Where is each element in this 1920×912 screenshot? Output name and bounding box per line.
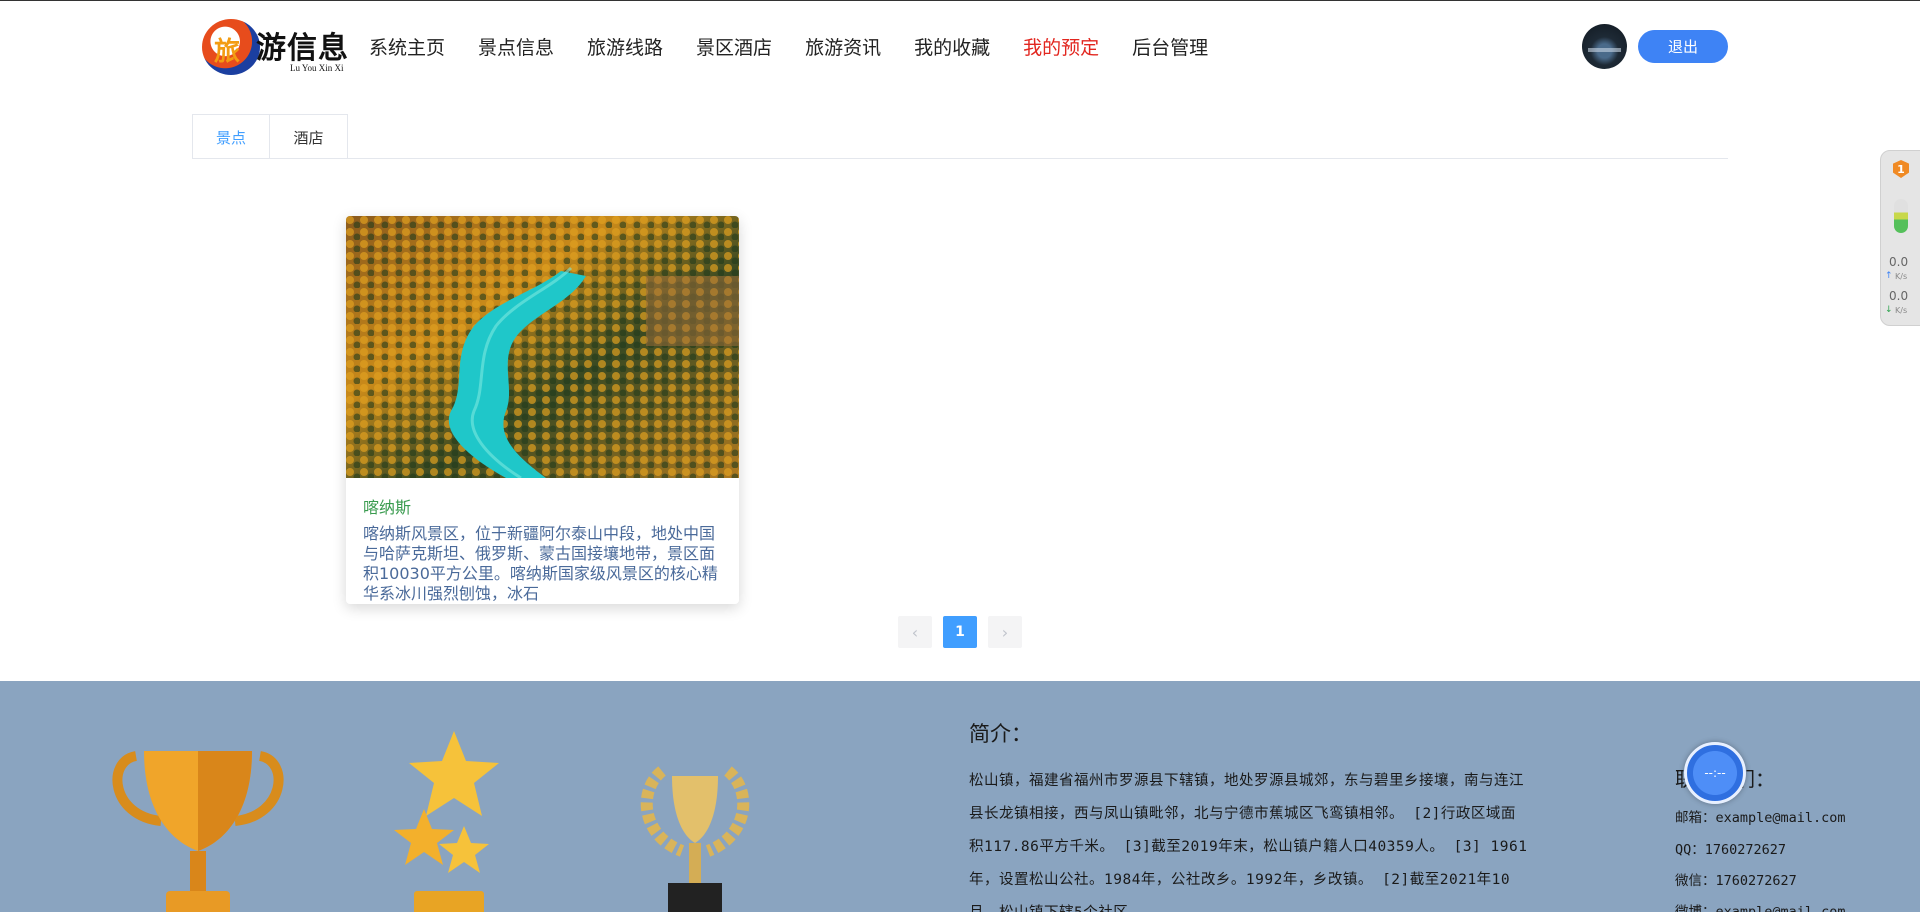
memory-level-icon bbox=[1894, 199, 1908, 233]
nav-item-home[interactable]: 系统主页 bbox=[369, 33, 445, 61]
intro-text: 松山镇，福建省福州市罗源县下辖镇，地处罗源县城郊，东与碧里乡接壤，南与连江县长龙… bbox=[969, 773, 1528, 912]
nav-item-reservations[interactable]: 我的预定 bbox=[1023, 33, 1099, 61]
nav-item-routes[interactable]: 旅游线路 bbox=[587, 33, 663, 61]
shield-badge-icon: 1 bbox=[1893, 160, 1909, 178]
tabs-divider bbox=[192, 158, 1728, 159]
trophy-cup-icon bbox=[112, 751, 284, 912]
network-speed-widget[interactable]: 1 0.0 ↑ K/s 0.0 ↓ K/s bbox=[1880, 150, 1920, 326]
page-number-current[interactable]: 1 bbox=[943, 616, 977, 648]
logout-button[interactable]: 退出 bbox=[1638, 30, 1728, 63]
nav-item-attractions[interactable]: 景点信息 bbox=[478, 33, 554, 61]
contact-wechat: 微信：1760272627 bbox=[1675, 873, 1797, 889]
floating-assistant-button[interactable]: --:-- bbox=[1684, 742, 1746, 804]
attraction-title: 喀纳斯 bbox=[363, 498, 412, 517]
category-tabs: 景点 酒店 bbox=[192, 114, 348, 159]
attraction-image bbox=[346, 216, 739, 478]
nav-item-favorites[interactable]: 我的收藏 bbox=[914, 33, 990, 61]
download-speed-value: 0.0 bbox=[1889, 289, 1909, 303]
download-speed-unit: K/s bbox=[1895, 306, 1908, 315]
nav-item-admin[interactable]: 后台管理 bbox=[1132, 33, 1208, 61]
user-avatar[interactable] bbox=[1582, 24, 1627, 69]
main-nav: 系统主页 景点信息 旅游线路 景区酒店 旅游资讯 我的收藏 我的预定 后台管理 bbox=[369, 33, 1241, 61]
upload-speed-unit: K/s bbox=[1895, 272, 1908, 281]
contact-weibo: 微博：example@mail.com bbox=[1675, 904, 1846, 912]
intro-title: 简介： bbox=[969, 722, 1032, 746]
upload-arrow-icon: ↑ bbox=[1885, 271, 1893, 281]
laurel-trophy-icon bbox=[640, 766, 750, 912]
logo-pinyin: Lu You Xin Xi bbox=[290, 63, 344, 73]
logo-text: 游信息 bbox=[256, 31, 349, 66]
tab-hotels[interactable]: 酒店 bbox=[270, 114, 348, 159]
upload-speed-value: 0.0 bbox=[1889, 255, 1909, 269]
contact-email: 邮箱：example@mail.com bbox=[1675, 810, 1846, 826]
attraction-card[interactable]: 喀纳斯 喀纳斯风景区，位于新疆阿尔泰山中段，地处中国与哈萨克斯坦、俄罗斯、蒙古国… bbox=[346, 216, 739, 604]
tab-attractions[interactable]: 景点 bbox=[192, 114, 270, 159]
site-logo[interactable]: 旅 游信息 Lu You Xin Xi bbox=[198, 13, 358, 79]
star-trophy-icon bbox=[394, 731, 499, 912]
contact-qq: QQ：1760272627 bbox=[1675, 842, 1787, 858]
next-page-button[interactable]: › bbox=[988, 616, 1022, 648]
nav-item-news[interactable]: 旅游资讯 bbox=[805, 33, 881, 61]
logo-mark-char: 旅 bbox=[214, 37, 241, 67]
nav-item-hotels[interactable]: 景区酒店 bbox=[696, 33, 772, 61]
download-arrow-icon: ↓ bbox=[1885, 305, 1893, 315]
header: 旅 游信息 Lu You Xin Xi 系统主页 景点信息 旅游线路 景区酒店 … bbox=[0, 1, 1920, 91]
footer: 简介： 松山镇，福建省福州市罗源县下辖镇，地处罗源县城郊，东与碧里乡接壤，南与连… bbox=[0, 681, 1920, 912]
pagination: ‹ 1 › bbox=[898, 616, 1033, 648]
prev-page-button[interactable]: ‹ bbox=[898, 616, 932, 648]
attraction-description: 喀纳斯风景区，位于新疆阿尔泰山中段，地处中国与哈萨克斯坦、俄罗斯、蒙古国接壤地带… bbox=[363, 524, 718, 603]
